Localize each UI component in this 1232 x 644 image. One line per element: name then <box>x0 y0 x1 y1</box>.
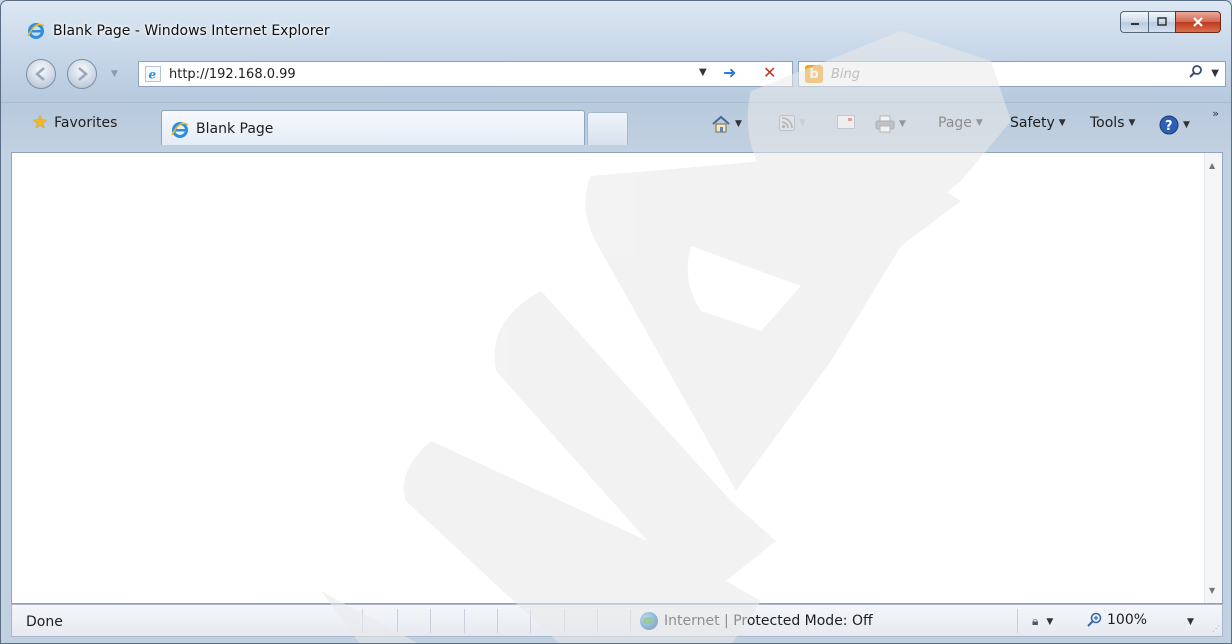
status-divider <box>362 609 363 633</box>
status-divider <box>630 609 631 633</box>
svg-text:e: e <box>149 68 157 82</box>
recent-pages-dropdown[interactable]: ▼ <box>111 69 118 79</box>
safety-menu-button[interactable]: Safety ▼ <box>1010 115 1066 131</box>
scroll-up-icon[interactable]: ▲ <box>1209 161 1215 170</box>
status-divider <box>1017 609 1018 633</box>
bing-icon: b <box>805 65 823 83</box>
lock-icon: 🔒︎ <box>1032 614 1039 628</box>
address-input[interactable] <box>169 65 709 83</box>
favorites-label: Favorites <box>54 115 118 131</box>
maximize-icon <box>1157 17 1167 26</box>
command-bar: ★ Favorites Blank Page ▼ ▼ ▼ Page ▼ Safe… <box>1 102 1231 153</box>
status-text: Done <box>26 614 63 630</box>
status-divider <box>397 609 398 633</box>
go-button[interactable]: ➜ <box>723 63 736 82</box>
ie-page-icon: e <box>145 66 161 82</box>
chevron-down-icon: ▼ <box>1058 118 1066 128</box>
chevron-down-icon: ▼ <box>975 118 983 128</box>
stop-button[interactable]: ✕ <box>763 63 776 82</box>
page-menu-button[interactable]: Page ▼ <box>938 115 983 131</box>
browser-window: Blank Page - Windows Internet Explorer ▼… <box>0 0 1232 644</box>
close-icon <box>1193 17 1203 27</box>
status-bar: Done Internet | Protected Mode: Off 🔒︎ ▼… <box>11 604 1223 637</box>
go-arrow-icon: ➜ <box>723 63 737 82</box>
ie-logo-icon <box>27 23 45 39</box>
safety-menu-label: Safety <box>1010 115 1055 131</box>
forward-button[interactable] <box>67 59 97 89</box>
resize-grip-icon[interactable]: ⋰ <box>1212 624 1220 633</box>
print-button[interactable]: ▼ <box>875 115 906 133</box>
zoom-dropdown[interactable]: ▼ <box>1187 617 1194 627</box>
search-box[interactable]: b ▼ <box>798 61 1226 87</box>
tab-blank-page[interactable]: Blank Page <box>161 110 585 145</box>
forward-arrow-icon <box>78 67 88 81</box>
zone-label: Internet | Protected Mode: Off <box>664 613 873 629</box>
read-mail-icon <box>837 115 855 129</box>
feeds-button[interactable]: ▼ <box>779 115 806 131</box>
help-icon: ? <box>1159 115 1179 135</box>
search-input[interactable] <box>831 65 1171 83</box>
new-tab-button[interactable] <box>587 112 628 145</box>
minimize-icon <box>1130 23 1139 25</box>
title-bar[interactable]: Blank Page - Windows Internet Explorer <box>1 1 1231 53</box>
security-status-button[interactable]: 🔒︎ ▼ <box>1032 614 1053 629</box>
status-divider <box>564 609 565 633</box>
zoom-level: 100% <box>1107 612 1148 628</box>
print-dropdown[interactable]: ▼ <box>899 119 906 129</box>
window-controls <box>1120 11 1221 35</box>
feeds-icon <box>779 115 795 131</box>
favorites-button[interactable]: ★ Favorites <box>32 112 118 133</box>
scroll-down-icon[interactable]: ▼ <box>1209 586 1215 595</box>
minimize-button[interactable] <box>1120 11 1148 33</box>
stop-x-icon: ✕ <box>763 63 777 82</box>
print-icon <box>875 115 895 133</box>
home-icon <box>712 115 730 133</box>
search-options-dropdown[interactable]: ▼ <box>1211 68 1219 79</box>
address-bar[interactable]: e <box>138 61 793 87</box>
home-dropdown[interactable]: ▼ <box>735 119 742 129</box>
maximize-button[interactable] <box>1148 11 1175 33</box>
window-title: Blank Page - Windows Internet Explorer <box>53 23 330 39</box>
globe-icon <box>640 612 658 630</box>
chevron-down-icon: ▼ <box>1128 118 1136 128</box>
search-icon <box>1189 65 1202 78</box>
status-divider <box>430 609 431 633</box>
back-button[interactable] <box>26 59 56 89</box>
security-zone[interactable]: Internet | Protected Mode: Off <box>640 612 873 630</box>
zoom-button[interactable]: 100% <box>1087 612 1147 628</box>
search-button[interactable] <box>1189 64 1203 82</box>
status-divider <box>464 609 465 633</box>
tab-label: Blank Page <box>196 121 274 137</box>
help-button[interactable]: ? ▼ <box>1159 115 1190 135</box>
tools-menu-button[interactable]: Tools ▼ <box>1090 115 1135 131</box>
status-divider <box>530 609 531 633</box>
page-menu-label: Page <box>938 115 972 131</box>
feeds-dropdown[interactable]: ▼ <box>799 118 806 128</box>
tools-menu-label: Tools <box>1090 115 1125 131</box>
zoom-icon <box>1087 612 1102 627</box>
read-mail-button[interactable] <box>837 115 855 129</box>
svg-text:?: ? <box>1165 119 1173 134</box>
vertical-scrollbar[interactable]: ▲ ▼ <box>1204 153 1222 603</box>
star-icon: ★ <box>32 112 49 133</box>
status-divider <box>497 609 498 633</box>
chevron-down-icon: ▼ <box>1046 616 1054 627</box>
back-arrow-icon <box>35 67 45 81</box>
home-button[interactable]: ▼ <box>711 115 742 133</box>
page-content[interactable]: ▲ ▼ <box>11 152 1223 604</box>
ie-logo-icon <box>171 122 189 138</box>
more-commands-chevron-icon[interactable]: » <box>1212 107 1219 120</box>
close-button[interactable] <box>1175 11 1221 33</box>
help-dropdown[interactable]: ▼ <box>1183 120 1190 130</box>
address-dropdown[interactable]: ▼ <box>699 67 707 78</box>
status-divider <box>597 609 598 633</box>
